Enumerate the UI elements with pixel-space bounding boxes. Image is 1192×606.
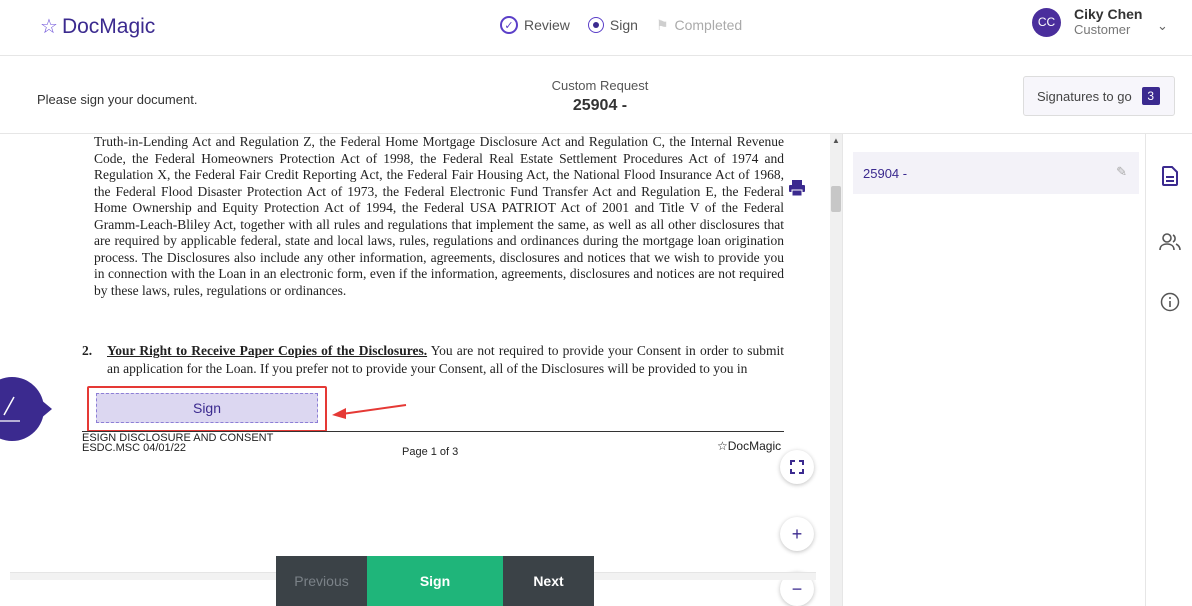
user-info: Ciky Chen Customer — [1074, 6, 1142, 38]
scrollbar-thumb[interactable] — [831, 186, 841, 212]
instruction-text: Please sign your document. — [37, 92, 198, 107]
request-number: 25904 - — [572, 97, 628, 114]
print-icon — [789, 180, 805, 197]
request-title: Custom Request — [551, 78, 649, 93]
brand-name: DocMagic — [61, 14, 156, 38]
signatures-to-go-button[interactable]: Signatures to go 3 — [1023, 76, 1175, 116]
step-sign: Sign — [587, 17, 638, 33]
progress-steps: ✓ Review Sign ⚑ Completed — [500, 16, 754, 34]
document-list-item[interactable]: 25904 - ✎ — [853, 152, 1139, 194]
arrow-annotation-icon — [332, 404, 407, 419]
footer-code: ESDC.MSC 04/01/22 — [82, 442, 186, 454]
previous-button[interactable]: Previous — [276, 556, 367, 606]
document-paragraph-2: 2. Your Right to Receive Paper Copies of… — [82, 342, 784, 378]
brand-logo[interactable]: ☆ DocMagic — [40, 14, 155, 39]
footer-page: Page 1 of 3 — [402, 446, 459, 458]
top-bar: ☆ DocMagic ✓ Review Sign ⚑ Completed CC … — [0, 0, 1192, 56]
info-icon[interactable] — [1158, 290, 1182, 314]
people-icon[interactable] — [1158, 230, 1182, 254]
step-review-label: Review — [524, 17, 570, 33]
star-icon: ☆ — [40, 16, 58, 38]
signatures-count-badge: 3 — [1141, 87, 1160, 105]
step-sign-label: Sign — [609, 17, 638, 33]
step-completed-label: Completed — [674, 17, 743, 33]
flag-icon: ⚑ — [655, 16, 669, 33]
step-review: ✓ Review — [500, 16, 570, 34]
footer-brand-name: DocMagic — [727, 439, 782, 453]
document-icon[interactable] — [1158, 164, 1182, 188]
avatar[interactable]: CC — [1032, 7, 1061, 37]
page-navigation: Previous Sign Next — [276, 556, 594, 606]
sign-button[interactable]: Sign — [367, 556, 503, 606]
user-menu[interactable]: CC Ciky Chen Customer — [1032, 6, 1142, 38]
footer-left: ESIGN DISCLOSURE AND CONSENT ESDC.MSC 04… — [82, 433, 273, 454]
radio-dot-icon — [587, 17, 604, 33]
footer-brand: ☆DocMagic — [717, 439, 782, 453]
document-header: Please sign your document. Custom Reques… — [0, 56, 1192, 134]
scroll-up-arrow-icon[interactable]: ▲ — [830, 136, 842, 148]
chevron-down-icon[interactable]: ⌄ — [1157, 18, 1168, 34]
fullscreen-button[interactable] — [780, 450, 814, 484]
paragraph-index: 2. — [82, 343, 93, 358]
paragraph-2-body: Your Right to Receive Paper Copies of th… — [94, 342, 784, 378]
user-name: Ciky Chen — [1074, 6, 1143, 22]
documents-panel: 25904 - ✎ — [842, 134, 1145, 606]
sign-field-highlight: Sign — [87, 386, 327, 432]
check-circle-icon: ✓ — [500, 16, 518, 34]
step-completed: ⚑ Completed — [656, 17, 742, 34]
fullscreen-icon — [790, 460, 804, 474]
next-button[interactable]: Next — [503, 556, 594, 606]
sign-field-button[interactable]: Sign — [96, 393, 318, 423]
pencil-icon[interactable]: ✎ — [1116, 164, 1127, 180]
user-role: Customer — [1074, 22, 1131, 37]
paragraph-2-heading: Your Right to Receive Paper Copies of th… — [107, 343, 428, 358]
document-paragraph-1: Truth-in-Lending Act and Regulation Z, t… — [94, 134, 784, 298]
zoom-in-button[interactable]: + — [780, 517, 814, 551]
document-viewer[interactable]: Truth-in-Lending Act and Regulation Z, t… — [0, 134, 826, 606]
pen-icon — [0, 396, 20, 422]
print-button[interactable] — [783, 174, 811, 202]
document-item-label: 25904 - — [863, 165, 908, 181]
right-icon-bar — [1145, 134, 1192, 606]
signatures-label: Signatures to go — [1037, 88, 1132, 104]
request-info: Custom Request 25904 - — [480, 78, 720, 115]
signature-tag-marker[interactable] — [0, 377, 52, 441]
